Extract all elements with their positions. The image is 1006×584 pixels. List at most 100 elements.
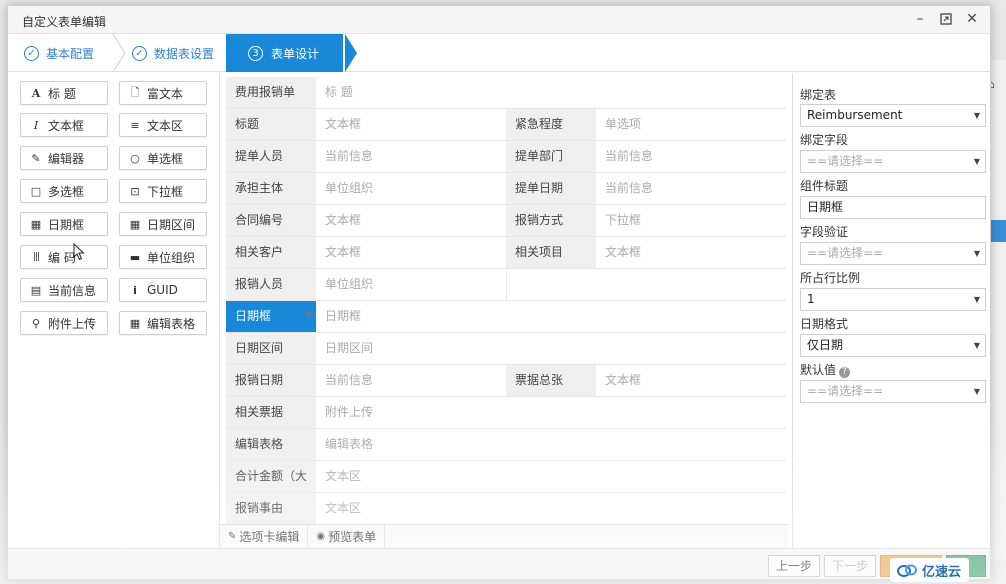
input-value: 日期框 — [807, 200, 844, 214]
form-title-row[interactable]: 费用报销单 标 题 — [226, 77, 786, 109]
tool-label: 文本框 — [48, 118, 85, 133]
bind-field-select[interactable]: ==请选择== ▼ — [800, 150, 986, 173]
tool-code[interactable]: ||| 编 码 — [20, 245, 108, 269]
component-title-input[interactable]: 日期框 — [800, 196, 986, 219]
form-row[interactable]: 日期区间 日期区间 — [226, 333, 786, 365]
field-label: 票据总张 — [506, 365, 596, 396]
form-row[interactable]: 承担主体 单位组织 提单日期 当前信息 — [226, 173, 786, 205]
bind-field-label: 绑定字段 — [800, 133, 849, 147]
help-icon[interactable]: ? — [839, 367, 851, 378]
step-label: 表单设计 — [271, 46, 320, 61]
tool-org-unit[interactable]: ▬ 单位组织 — [119, 245, 207, 269]
form-row[interactable]: 编辑表格 编辑表格 — [226, 429, 786, 461]
italic-i-icon: I — [33, 118, 39, 132]
form-row[interactable]: 提单人员 当前信息 提单部门 当前信息 — [226, 141, 786, 173]
field-label: 日期框 — [226, 301, 316, 332]
next-step-button[interactable]: 下一步 — [824, 555, 876, 577]
tool-text-box[interactable]: I 文本框 — [20, 113, 108, 137]
tool-editor[interactable]: ✎ 编辑器 — [20, 146, 108, 170]
field-placeholder: 当前信息 — [325, 373, 374, 387]
tool-label: 文本区 — [147, 118, 184, 133]
tool-rich-text[interactable]: 🗋 富文本 — [119, 81, 207, 105]
form-row[interactable]: 报销事由 文本区 — [226, 493, 786, 525]
mouse-cursor-icon — [73, 243, 85, 261]
tool-date[interactable]: ▦ 日期框 — [20, 212, 108, 236]
close-icon[interactable]: ✕ — [964, 11, 980, 27]
step-datatable-settings[interactable]: ✓ 数据表设置 — [132, 34, 214, 72]
calendar-icon: ▦ — [129, 217, 141, 231]
tool-guid[interactable]: i GUID — [119, 278, 207, 302]
maximize-icon[interactable] — [938, 11, 954, 27]
form-row[interactable]: 标题 文本框 紧急程度 单选项 — [226, 109, 786, 141]
minimize-icon[interactable]: – — [912, 11, 928, 27]
field-placeholder: 当前信息 — [325, 149, 374, 163]
label-text: 默认值 — [800, 363, 837, 377]
tab-edit-options[interactable]: ✎ 选项卡编辑 — [220, 524, 309, 549]
tab-preview-form[interactable]: ◉ 预览表单 — [308, 524, 386, 549]
tool-title[interactable]: A标 题 — [20, 81, 108, 105]
field-placeholder: 当前信息 — [605, 149, 654, 163]
field-placeholder: 文本框 — [605, 245, 642, 259]
prev-step-button[interactable]: 上一步 — [768, 555, 820, 577]
form-row[interactable]: 报销日期 当前信息 票据总张 文本框 — [226, 365, 786, 397]
field-placeholder: 文本区 — [325, 501, 362, 515]
field-label: 相关项目 — [506, 237, 596, 268]
field-label: 合同编号 — [226, 205, 316, 236]
select-value: 1 — [807, 292, 815, 306]
form-row-selected[interactable]: 日期框 * 日期框 — [226, 301, 786, 333]
tool-radio[interactable]: ○ 单选框 — [119, 146, 207, 170]
form-design-canvas: 费用报销单 标 题 标题 文本框 紧急程度 单选项 提单人员 当前信息 提单部门… — [226, 73, 786, 548]
field-validation-select[interactable]: ==请选择== ▼ — [800, 242, 986, 265]
tool-edit-table[interactable]: ▦ 编辑表格 — [119, 311, 207, 335]
tool-label: 富文本 — [147, 86, 184, 101]
tool-dropdown[interactable]: ⊡ 下拉框 — [119, 179, 207, 203]
file-icon: 🗋 — [130, 85, 140, 99]
org-icon: ▬ — [129, 250, 141, 264]
field-label: 报销日期 — [226, 365, 316, 396]
tool-text-area[interactable]: ≡ 文本区 — [119, 113, 207, 137]
dialog-title: 自定义表单编辑 — [22, 15, 107, 29]
row-ratio-select[interactable]: 1 ▼ — [800, 288, 986, 311]
tool-current-info[interactable]: ▤ 当前信息 — [20, 278, 108, 302]
tool-label: 日期框 — [48, 217, 85, 232]
form-row[interactable]: 合计金额（大 文本区 — [226, 461, 786, 493]
caret-down-icon: ▼ — [973, 387, 980, 396]
tool-attachment[interactable]: ⚲ 附件上传 — [20, 311, 108, 335]
table-icon: ▦ — [129, 316, 141, 330]
tool-checkbox[interactable]: □ 多选框 — [20, 179, 108, 203]
field-placeholder: 下拉框 — [605, 213, 642, 227]
form-row[interactable]: 相关客户 文本框 相关项目 文本框 — [226, 237, 786, 269]
active-step-arrow-icon — [345, 34, 357, 72]
dropdown-icon: ⊡ — [130, 184, 140, 198]
window-controls: – ✕ — [912, 11, 980, 27]
form-row[interactable]: 相关票据 附件上传 — [226, 397, 786, 429]
field-label: 标题 — [226, 109, 316, 140]
step-basic-config[interactable]: ✓ 基本配置 — [24, 34, 94, 72]
bind-table-select[interactable]: Reimbursement ▼ — [800, 104, 986, 127]
tool-label: 当前信息 — [48, 283, 97, 298]
tab-label: 选项卡编辑 — [239, 530, 300, 544]
field-placeholder: 编辑表格 — [325, 437, 374, 451]
field-label: 报销事由 — [226, 493, 316, 524]
component-toolbox: A标 题 🗋 富文本 I 文本框 ≡ 文本区 ✎ 编辑器 ○ 单选框 □ 多选框 ⊡ 下拉框 … — [8, 73, 220, 548]
field-label: 合计金额（大 — [226, 461, 316, 492]
caret-down-icon: ▼ — [973, 341, 980, 350]
radio-icon: ○ — [130, 151, 140, 165]
step-separator-icon — [112, 34, 126, 72]
step-form-design[interactable]: 3 表单设计 — [226, 34, 344, 72]
field-label: 报销方式 — [506, 205, 596, 236]
field-placeholder: 当前信息 — [605, 181, 654, 195]
field-placeholder: 附件上传 — [325, 405, 374, 419]
cell-divider — [506, 269, 507, 300]
dialog-titlebar: 自定义表单编辑 – ✕ — [8, 6, 990, 34]
date-format-select[interactable]: 仅日期 ▼ — [800, 334, 986, 357]
step-label: 数据表设置 — [154, 46, 215, 61]
tool-label: 单选框 — [147, 151, 184, 166]
watermark: 亿速云 — [890, 558, 970, 582]
form-row[interactable]: 报销人员 单位组织 — [226, 269, 786, 301]
date-format-label: 日期格式 — [800, 317, 849, 331]
tool-date-range[interactable]: ▦ 日期区间 — [119, 212, 207, 236]
field-placeholder: 单选项 — [605, 117, 642, 131]
form-row[interactable]: 合同编号 文本框 报销方式 下拉框 — [226, 205, 786, 237]
default-value-select[interactable]: ==请选择== ▼ — [800, 380, 986, 403]
